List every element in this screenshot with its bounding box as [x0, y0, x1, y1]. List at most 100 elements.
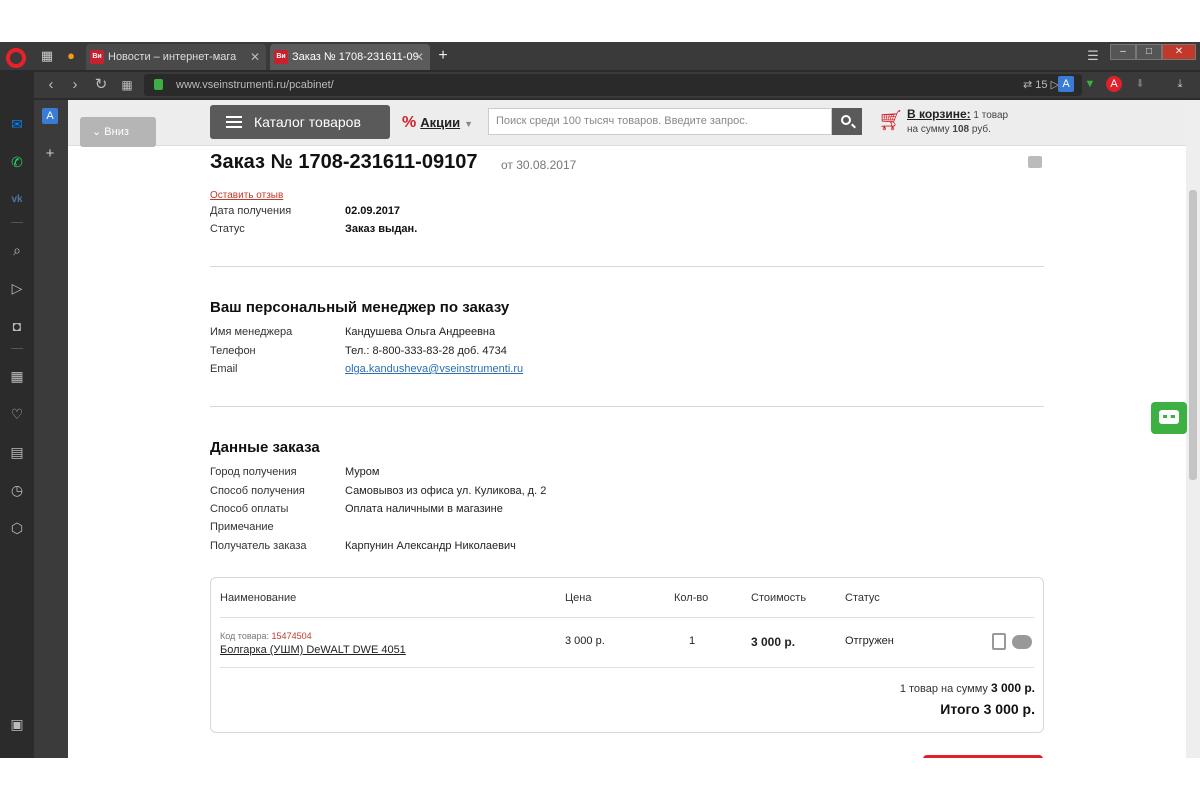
product-code-value: 15474504 — [271, 631, 312, 641]
page-title: Заказ № 1708-231611-09107 — [210, 151, 478, 173]
return-icon[interactable] — [1012, 635, 1032, 649]
maximize-button[interactable]: □ — [1136, 44, 1162, 60]
news-icon[interactable]: ▤ — [7, 442, 27, 462]
bookmarks-heart-icon[interactable]: ♡ — [7, 404, 27, 424]
translate-extension-icon[interactable]: A — [42, 108, 58, 124]
order-data-label: Примечание — [210, 521, 274, 533]
back-icon[interactable]: ‹ — [42, 76, 60, 94]
opera-menu-icon[interactable] — [6, 48, 26, 68]
column-header: Наименование — [220, 592, 297, 604]
search-input[interactable]: Поиск среди 100 тысяч товаров. Введите з… — [488, 108, 832, 135]
search-icon — [841, 115, 851, 125]
tab-label: Заказ № 1708-231611-09 — [292, 51, 419, 63]
close-tab-icon[interactable]: ✕ — [250, 44, 260, 70]
sidebar-toggle-icon[interactable]: ▣ — [7, 714, 27, 734]
tab-menu-icon[interactable]: ☰ — [1084, 47, 1102, 65]
order-total: Итого 3 000 р. — [940, 701, 1035, 717]
cart-sum-suffix: руб. — [971, 124, 991, 135]
close-window-button[interactable]: ✕ — [1162, 44, 1196, 60]
history-clock-icon[interactable]: ◷ — [7, 480, 27, 500]
translate-icon[interactable]: ⇄ — [1023, 79, 1032, 91]
page-side-strip: A + — [34, 100, 68, 758]
document-info-icon[interactable] — [992, 633, 1006, 650]
messenger-icon[interactable]: ✉ — [7, 114, 27, 134]
manager-label: Телефон — [210, 345, 256, 357]
vk-icon[interactable]: vk — [7, 190, 27, 210]
new-tab-button[interactable]: + — [434, 47, 452, 65]
item-price: 3 000 р. — [565, 635, 605, 647]
downloads-icon[interactable]: ⤓ — [1172, 76, 1188, 92]
cart-count: 1 товар — [973, 110, 1009, 121]
minimize-button[interactable]: – — [1110, 44, 1136, 60]
product-code: Код товара: 15474504 — [220, 631, 312, 641]
url-field[interactable]: www.vseinstrumenti.ru/pcabinet/ ⇄ 15 ▷ ♡ — [144, 74, 1082, 96]
tab-news[interactable]: Ви Новости – интернет-мага ✕ — [86, 44, 266, 70]
search-button[interactable] — [832, 108, 862, 135]
page-scrollbar[interactable] — [1186, 100, 1200, 758]
manager-label: Email — [210, 363, 238, 375]
order-data-label: Получатель заказа — [210, 540, 307, 552]
print-icon[interactable] — [1028, 156, 1042, 168]
send-icon[interactable]: ▷ — [7, 278, 27, 298]
forward-icon[interactable]: › — [66, 76, 84, 94]
chat-button[interactable] — [1151, 402, 1187, 434]
tabs-grid-icon[interactable]: ▦ — [118, 76, 136, 94]
manager-phone: Тел.: 8-800-333-83-28 доб. 4734 — [345, 345, 507, 357]
summary-prefix: 1 товар на сумму — [899, 683, 988, 695]
cart-summary[interactable]: В корзине: 1 товар на сумму 108 руб. — [907, 107, 1008, 137]
item-qty: 1 — [689, 635, 696, 647]
scrollbar-thumb[interactable] — [1189, 190, 1197, 480]
order-data-label: Город получения — [210, 466, 297, 478]
search-icon[interactable]: ⌕ — [7, 240, 27, 260]
sidebar-divider — [11, 348, 23, 349]
close-tab-icon[interactable]: ✕ — [414, 44, 424, 70]
site-favicon-icon: Ви — [274, 50, 288, 64]
order-data-label: Способ оплаты — [210, 503, 289, 515]
adblock-count[interactable]: 15 — [1035, 79, 1047, 91]
summary-value: 3 000 р. — [990, 681, 1035, 695]
screen: ▦ ● Ви Новости – интернет-мага ✕ Ви Зака… — [0, 0, 1200, 800]
cart-sum-value: 108 — [952, 124, 970, 135]
divider — [210, 266, 1044, 267]
scroll-down-button[interactable]: ⌄ Вниз — [80, 117, 156, 147]
whatsapp-icon[interactable]: ✆ — [7, 152, 27, 172]
download-arrow-icon[interactable]: ⬇ — [1132, 76, 1148, 92]
tab-order[interactable]: Ви Заказ № 1708-231611-09 ✕ — [270, 44, 430, 70]
opera-sidebar: ✉ ✆ vk ⌕ ▷ ◘ ▦ ♡ ▤ ◷ ⬡ ▣ — [0, 100, 34, 758]
speed-dial-icon[interactable]: ▦ — [38, 47, 56, 65]
adblock-extension-icon[interactable]: A — [1106, 76, 1122, 92]
items-table: Наименование Цена Кол-во Стоимость Стату… — [210, 577, 1044, 733]
feedback-link[interactable]: Оставить отзыв — [210, 190, 283, 201]
action-button-edge[interactable] — [923, 755, 1043, 758]
url-text: www.vseinstrumenti.ru/pcabinet/ — [176, 79, 334, 91]
download-extension-icon[interactable]: ▼ — [1082, 76, 1098, 92]
camera-icon[interactable]: ◘ — [7, 316, 27, 336]
promo-menu[interactable]: % Акции ▼ — [402, 114, 473, 132]
chevron-down-icon: ▼ — [464, 119, 474, 129]
chat-bubble-icon — [1159, 410, 1179, 424]
add-panel-icon[interactable]: + — [42, 146, 58, 162]
reload-icon[interactable]: ↻ — [92, 76, 110, 94]
page-viewport: ⌄ Вниз Каталог товаров % Акции ▼ Поиск сре… — [68, 100, 1186, 758]
order-data-value: Самовывоз из офиса ул. Куликова, д. 2 — [345, 485, 547, 497]
cart-sum-prefix: на сумму — [907, 124, 950, 135]
product-code-label: Код товара: — [220, 631, 270, 641]
column-header: Цена — [565, 592, 592, 604]
tab-bar: ▦ ● Ви Новости – интернет-мага ✕ Ви Зака… — [0, 42, 1200, 70]
row-divider — [220, 667, 1034, 668]
cart-icon[interactable]: 🛒︎ — [878, 108, 903, 134]
column-header: Кол-во — [674, 592, 709, 604]
scroll-down-label: Вниз — [104, 126, 129, 138]
promo-label: Акции — [420, 115, 461, 130]
detail-value: 02.09.2017 — [345, 205, 401, 217]
cart-title[interactable]: В корзине: — [907, 107, 971, 121]
detail-label: Дата получения — [210, 205, 292, 217]
product-link[interactable]: Болгарка (УШМ) DeWALT DWE 4051 — [220, 644, 406, 656]
manager-email-link[interactable]: olga.kandusheva@vseinstrumenti.ru — [345, 363, 523, 375]
catalog-button[interactable]: Каталог товаров — [210, 105, 390, 139]
translate-extension-icon[interactable]: A — [1058, 76, 1074, 92]
speed-dial-icon[interactable]: ▦ — [7, 366, 27, 386]
pinned-tab-icon[interactable]: ● — [62, 47, 80, 65]
column-header: Статус — [845, 592, 880, 604]
extensions-cube-icon[interactable]: ⬡ — [7, 518, 27, 538]
